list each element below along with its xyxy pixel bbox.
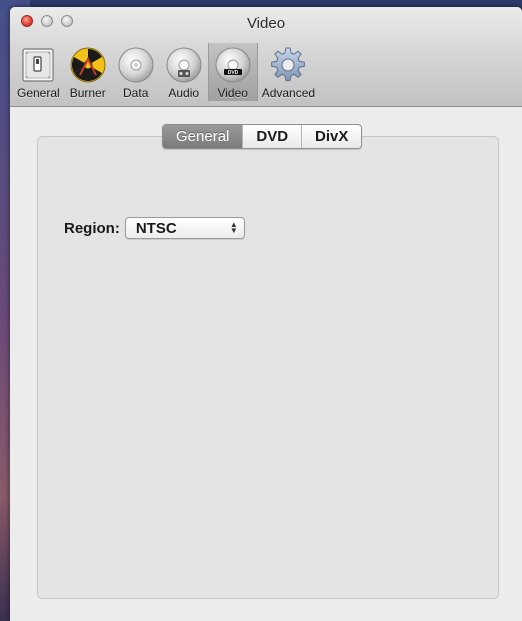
toolbar-label-data: Data xyxy=(123,86,149,100)
switch-icon xyxy=(22,48,54,82)
toolbar-label-video: Video xyxy=(217,86,248,100)
toolbar-label-advanced: Advanced xyxy=(261,86,316,100)
preferences-window: Video General Burner Data Audio DVD Vide… xyxy=(10,7,522,621)
region-label: Region: xyxy=(64,219,120,237)
region-row: Region: NTSC ▲ ▼ xyxy=(64,217,245,239)
preferences-toolbar: General Burner Data Audio DVD Video Adva… xyxy=(13,43,319,103)
toolbar-label-audio: Audio xyxy=(168,86,200,100)
titlebar: Video General Burner Data Audio DVD Vide… xyxy=(10,7,522,107)
toolbar-item-audio[interactable]: Audio xyxy=(160,43,208,101)
popup-arrows-icon: ▲ ▼ xyxy=(229,220,238,235)
dvd-disc-icon: DVD xyxy=(215,47,251,83)
toolbar-item-data[interactable]: Data xyxy=(112,43,160,101)
tab-divx[interactable]: DivX xyxy=(302,125,361,148)
toolbar-label-general: General xyxy=(17,86,60,100)
tab-panel: Region: NTSC ▲ ▼ xyxy=(37,136,499,599)
toolbar-label-burner: Burner xyxy=(69,86,106,100)
gear-icon xyxy=(271,47,306,82)
window-title: Video xyxy=(246,15,286,32)
svg-text:DVD: DVD xyxy=(227,70,238,76)
region-popup[interactable]: NTSC ▲ ▼ xyxy=(124,217,245,239)
tab-segmented-control: General DVD DivX xyxy=(162,124,363,149)
audio-disc-icon xyxy=(166,47,202,83)
preferences-content: General DVD DivX Region: NTSC ▲ ▼ xyxy=(10,107,522,621)
burner-radiation-icon xyxy=(70,47,106,83)
toolbar-item-video[interactable]: DVD Video xyxy=(207,43,258,101)
data-disc-icon xyxy=(118,47,154,83)
toolbar-item-general[interactable]: General xyxy=(13,43,64,101)
tab-dvd[interactable]: DVD xyxy=(243,125,303,148)
toolbar-item-advanced[interactable]: Advanced xyxy=(258,43,319,101)
toolbar-item-burner[interactable]: Burner xyxy=(64,43,112,101)
tab-general[interactable]: General xyxy=(163,125,244,148)
region-value: NTSC xyxy=(135,219,177,237)
